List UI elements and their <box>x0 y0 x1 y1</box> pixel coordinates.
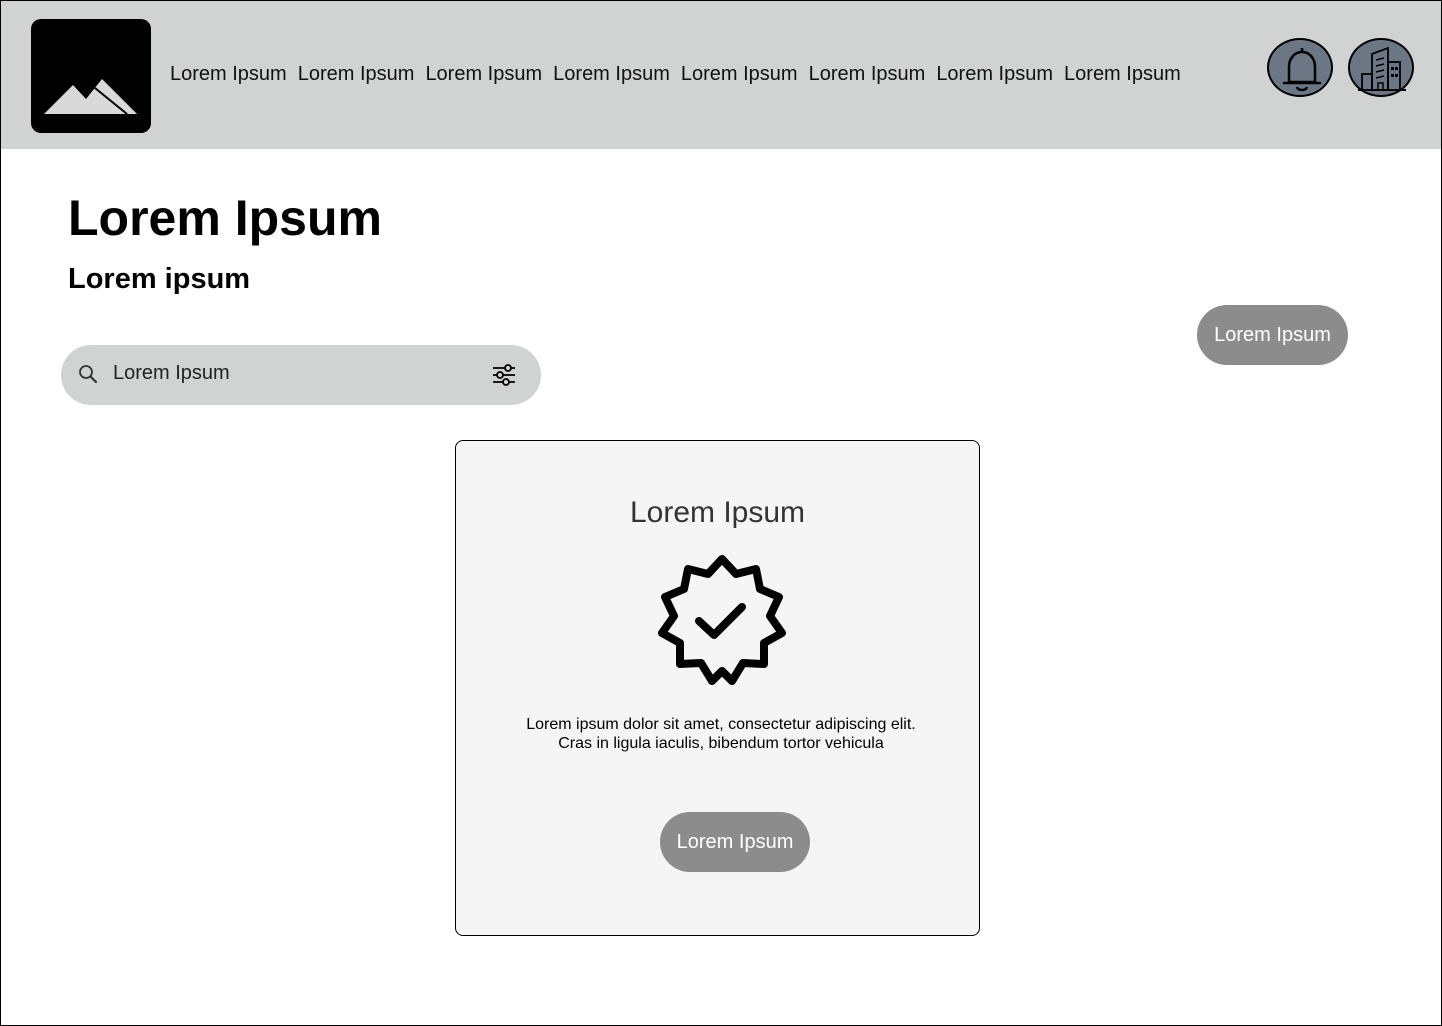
sliders-icon[interactable] <box>490 361 518 389</box>
nav-item[interactable]: Lorem Ipsum <box>425 63 542 86</box>
organization-button[interactable] <box>1348 38 1414 97</box>
card-title: Lorem Ipsum <box>629 496 806 529</box>
nav-item[interactable]: Lorem Ipsum <box>809 63 926 86</box>
nav-item[interactable]: Lorem Ipsum <box>298 63 415 86</box>
top-navbar: Lorem Ipsum Lorem Ipsum Lorem Ipsum Lore… <box>1 1 1441 149</box>
card-description: Lorem ipsum dolor sit amet, consectetur … <box>476 715 966 753</box>
bell-icon <box>1282 48 1322 92</box>
page-title: Lorem Ipsum <box>68 190 382 246</box>
nav-item[interactable]: Lorem Ipsum <box>936 63 1053 86</box>
nav-item[interactable]: Lorem Ipsum <box>1064 63 1181 86</box>
card-action-button[interactable]: Lorem Ipsum <box>660 812 810 872</box>
main-nav: Lorem Ipsum Lorem Ipsum Lorem Ipsum Lore… <box>170 63 1181 86</box>
nav-item[interactable]: Lorem Ipsum <box>170 63 287 86</box>
logo[interactable] <box>31 19 151 133</box>
page-subtitle: Lorem ipsum <box>68 263 251 295</box>
search-bar <box>61 345 541 405</box>
card-description-line: Cras in ligula iaculis, bibendum tortor … <box>558 735 884 752</box>
page-frame: Lorem Ipsum Lorem Ipsum Lorem Ipsum Lore… <box>0 0 1442 1026</box>
verified-badge-icon <box>658 555 786 685</box>
building-icon <box>1358 46 1406 91</box>
primary-action-button[interactable]: Lorem Ipsum <box>1197 305 1348 365</box>
nav-item[interactable]: Lorem Ipsum <box>681 63 798 86</box>
nav-item[interactable]: Lorem Ipsum <box>553 63 670 86</box>
notifications-button[interactable] <box>1267 38 1333 97</box>
image-placeholder-icon <box>44 79 137 115</box>
confirmation-card: Lorem Ipsum Lorem ipsum dolor sit amet, … <box>455 440 980 936</box>
card-description-line: Lorem ipsum dolor sit amet, consectetur … <box>526 716 916 733</box>
search-input[interactable] <box>113 358 473 388</box>
search-icon <box>79 365 98 384</box>
